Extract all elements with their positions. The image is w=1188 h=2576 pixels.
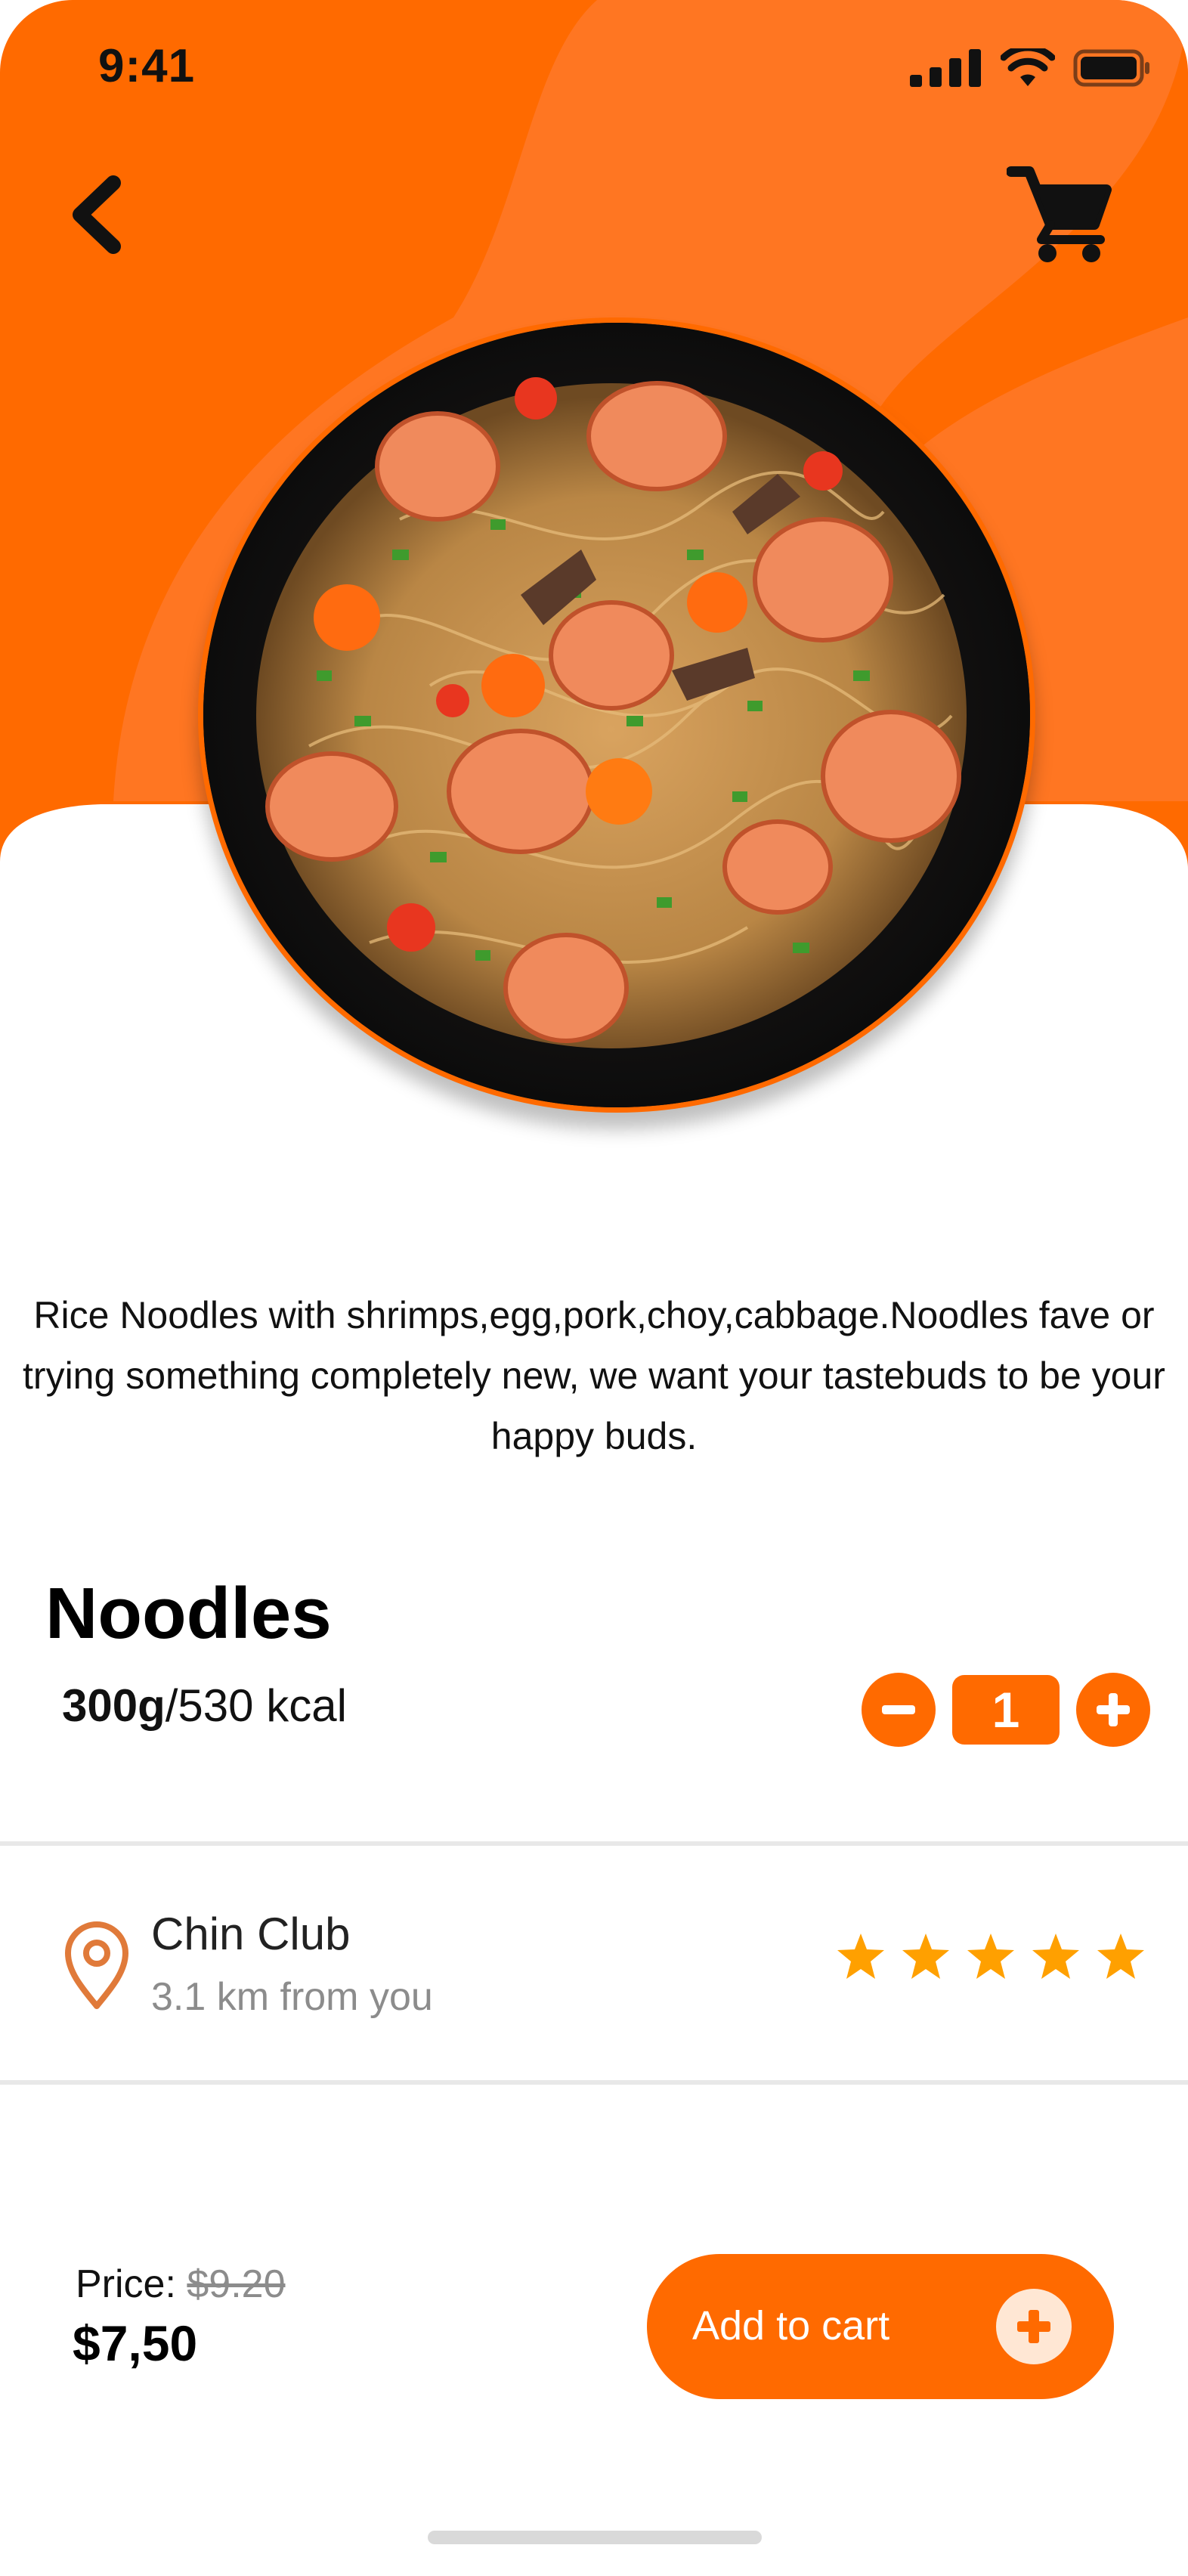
shopping-cart-icon [1006,166,1112,262]
add-icon [996,2289,1072,2364]
product-title: Noodles [45,1573,332,1654]
product-description: Rice Noodles with shrimps,egg,pork,choy,… [23,1294,1165,1457]
cart-button[interactable] [1006,163,1112,265]
star-icon [967,1934,1014,1979]
store-name[interactable]: Chin Club [151,1908,350,1960]
home-indicator [428,2531,762,2544]
back-button[interactable] [60,166,136,265]
plus-icon [1017,2310,1050,2343]
minus-icon [882,1705,915,1714]
product-detail-screen: 9:41 Rice Noodles with shrimps,egg,pork,… [0,0,1188,2576]
star-icon [1032,1934,1079,1979]
store-distance: 3.1 km from you [151,1975,433,2019]
star-icon [902,1934,949,1979]
product-meta: 300g/530 kcal [62,1680,347,1732]
divider-top [0,1841,1188,1846]
current-price: $7,50 [73,2315,198,2371]
location-pin-icon [65,1921,128,2009]
quantity-stepper: 1 [862,1672,1150,1748]
increase-button[interactable] [1076,1673,1150,1747]
battery-icon [1073,49,1149,87]
signal-icon [910,49,981,87]
wifi-icon [1001,48,1055,86]
chevron-left-icon [73,175,121,254]
add-to-cart-label: Add to cart [692,2303,890,2348]
divider-bottom [0,2080,1188,2085]
status-icons [910,48,1152,88]
add-to-cart-button[interactable]: Add to cart [647,2254,1114,2399]
decrease-button[interactable] [862,1673,936,1747]
star-icon [1097,1934,1144,1979]
rating-stars [836,1932,1146,1980]
product-calories: /530 kcal [165,1680,347,1731]
price-label: Price: $9.20 [76,2262,286,2307]
plus-icon [1097,1693,1130,1726]
price-caption: Price: [76,2262,187,2306]
dish-image [198,317,1035,1113]
quantity-value: 1 [952,1675,1060,1745]
star-icon [837,1934,884,1979]
status-time: 9:41 [98,40,196,92]
old-price: $9.20 [187,2262,286,2306]
product-weight: 300g [62,1680,166,1731]
